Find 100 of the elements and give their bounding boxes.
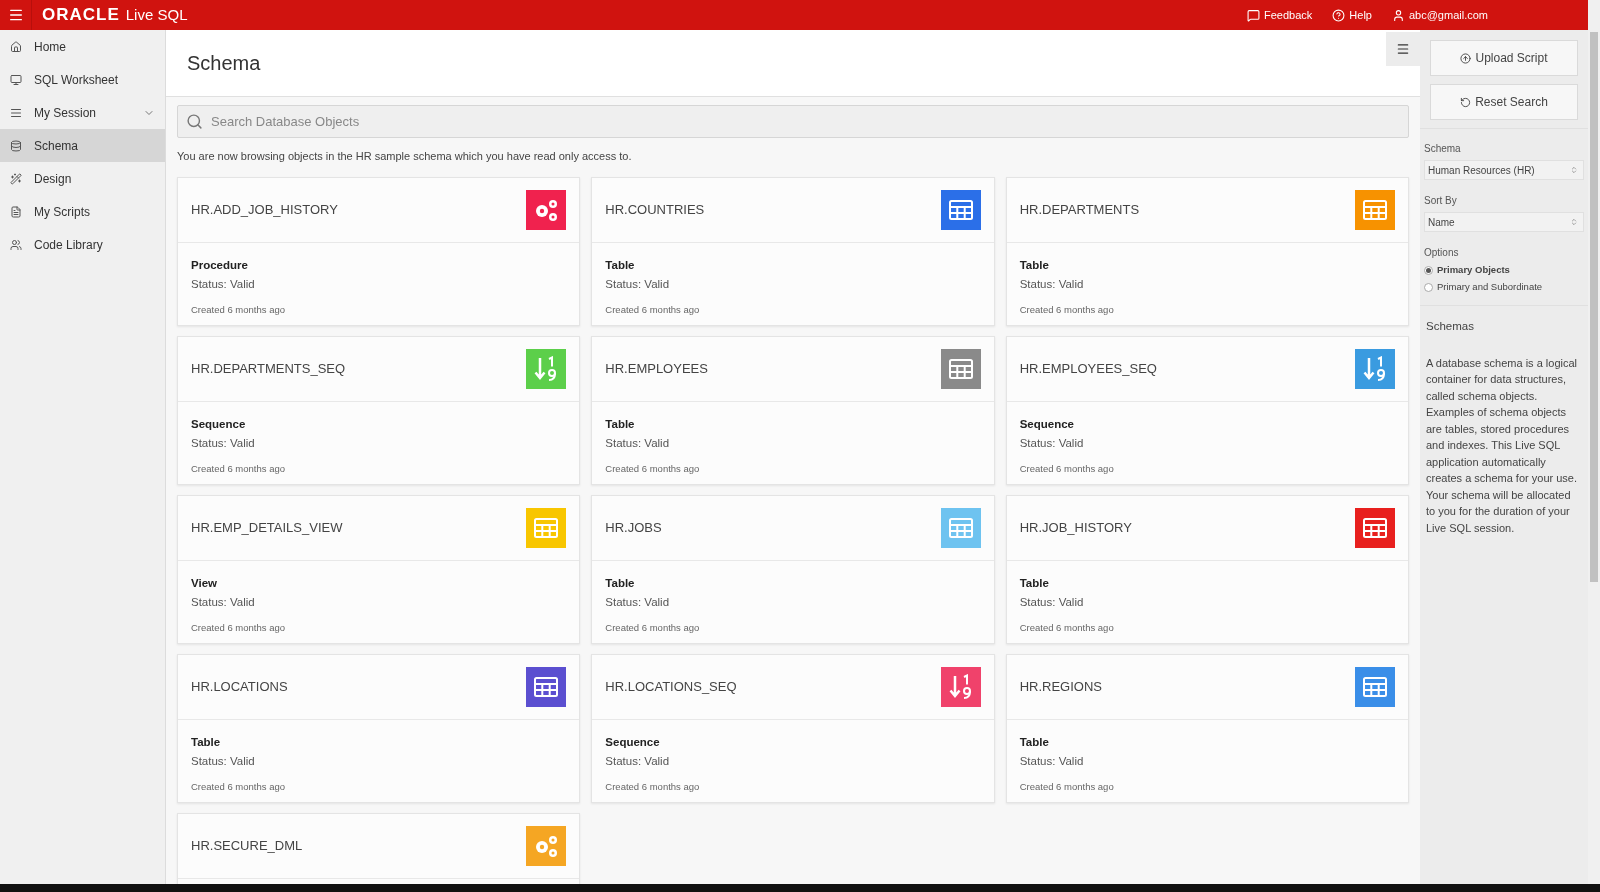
database-icon — [10, 139, 22, 152]
object-name: HR.DEPARTMENTS — [1019, 200, 1140, 219]
object-type: Table — [191, 734, 222, 750]
object-card[interactable]: HR.DEPARTMENTS Table Status: Valid Created 6 months ago — [1005, 176, 1409, 326]
page-title: Schema — [187, 51, 261, 76]
sidebar-item[interactable]: SQL Worksheet — [0, 63, 165, 96]
table-icon — [948, 199, 973, 220]
created-date: Created 6 months ago — [1019, 462, 1115, 476]
object-card[interactable]: HR.COUNTRIES Table Status: Valid Created 6 months ago — [591, 176, 995, 326]
object-card[interactable]: HR.DEPARTMENTS_SEQ Sequence Status: Valid Created 6 months ago — [177, 335, 581, 485]
object-status: Status: Valid — [605, 276, 671, 292]
table-icon — [1363, 517, 1387, 538]
sidebar-item[interactable]: Code Library — [0, 228, 165, 261]
object-card[interactable]: HR.SECURE_DML — [177, 812, 581, 884]
created-date: Created 6 months ago — [605, 780, 701, 794]
menu-icon — [1396, 42, 1410, 56]
gears-icon — [533, 833, 560, 858]
object-card[interactable]: HR.JOBS Table Status: Valid Created 6 months ago — [591, 494, 995, 644]
upload-script-button[interactable]: Upload Script — [1430, 40, 1578, 76]
object-name: HR.EMPLOYEES_SEQ — [1019, 359, 1157, 378]
object-card[interactable]: HR.LOCATIONS_SEQ Sequence Status: Valid Created 6 months ago — [591, 653, 995, 803]
header-link[interactable]: Help — [1332, 6, 1372, 24]
object-status: Status: Valid — [1019, 594, 1085, 610]
object-status: Status: Valid — [191, 594, 256, 610]
created-date: Created 6 months ago — [191, 462, 286, 476]
header-link[interactable]: Feedback — [1247, 6, 1313, 24]
header-link[interactable]: abc@gmail.com — [1391, 6, 1488, 24]
info-text: A database schema is a logical container for data structures, called schema objects. Examples of schema objects are tables, stored procedures and indexes. This Live SQL application automatically creates a schema for your use. Your schema will be allocated to you for the duration of your Live SQL session. — [1426, 355, 1579, 536]
object-type: Table — [605, 257, 636, 273]
speech-bubble-icon — [1247, 8, 1261, 22]
object-name: HR.EMPLOYEES — [605, 359, 708, 378]
sort-select[interactable]: Name — [1424, 212, 1584, 232]
sidebar-item[interactable]: Schema — [0, 129, 165, 162]
reset-search-button[interactable]: Reset Search — [1430, 84, 1578, 120]
field-label: Schema — [1424, 142, 1462, 156]
object-name: HR.LOCATIONS_SEQ — [605, 677, 737, 696]
people-icon — [10, 238, 22, 251]
object-type: Table — [1019, 734, 1050, 750]
field-label: Sort By — [1424, 194, 1458, 208]
object-status: Status: Valid — [191, 276, 256, 292]
upload-icon — [1460, 52, 1472, 64]
notice-text: You are now browsing objects in the HR sample schema which you have read only access to. — [177, 149, 633, 164]
sort-numeric-icon — [1363, 355, 1387, 382]
menu-icon — [7, 7, 24, 23]
select-arrows-icon — [1570, 218, 1578, 226]
help-icon — [1332, 8, 1346, 22]
object-card[interactable]: HR.EMPLOYEES_SEQ Sequence Status: Valid Created 6 months ago — [1005, 335, 1409, 485]
wand-icon — [10, 172, 22, 185]
sort-numeric-icon — [948, 673, 973, 700]
object-card[interactable]: HR.EMPLOYEES Table Status: Valid Created 6 months ago — [591, 335, 995, 485]
sidebar-item[interactable]: Home — [0, 30, 165, 63]
created-date: Created 6 months ago — [605, 621, 701, 635]
user-icon — [1391, 8, 1405, 22]
object-card[interactable]: HR.JOB_HISTORY Table Status: Valid Created 6 months ago — [1005, 494, 1409, 644]
table-icon — [948, 358, 973, 379]
object-type: Sequence — [605, 734, 661, 750]
list-icon — [10, 106, 22, 119]
object-card[interactable]: HR.ADD_JOB_HISTORY Procedure Status: Valid Created 6 months ago — [177, 176, 581, 326]
object-status: Status: Valid — [191, 435, 256, 451]
field-label: Options — [1424, 246, 1460, 260]
object-card[interactable]: HR.EMP_DETAILS_VIEW View Status: Valid Created 6 months ago — [177, 494, 581, 644]
object-type: Procedure — [191, 257, 249, 273]
radio-button[interactable] — [1424, 265, 1433, 275]
object-status: Status: Valid — [1019, 435, 1085, 451]
table-icon — [1363, 199, 1387, 220]
created-date: Created 6 months ago — [191, 303, 286, 317]
created-date: Created 6 months ago — [605, 462, 701, 476]
radio-button[interactable] — [1424, 282, 1433, 292]
panel-toggle-button[interactable] — [1386, 32, 1420, 66]
object-status: Status: Valid — [605, 435, 671, 451]
house-icon — [10, 40, 22, 53]
table-icon — [534, 517, 559, 538]
monitor-icon — [10, 73, 22, 86]
object-card[interactable]: HR.LOCATIONS Table Status: Valid Created 6 months ago — [177, 653, 581, 803]
sidebar-item[interactable]: My Scripts — [0, 195, 165, 228]
object-status: Status: Valid — [605, 753, 671, 769]
object-type: Table — [1019, 575, 1050, 591]
table-icon — [534, 676, 559, 697]
reset-icon — [1460, 96, 1472, 108]
created-date: Created 6 months ago — [1019, 621, 1115, 635]
object-type: Sequence — [191, 416, 247, 432]
created-date: Created 6 months ago — [191, 621, 286, 635]
product-name: Live SQL — [125, 4, 188, 25]
sidebar-item[interactable]: Design — [0, 162, 165, 195]
select-arrows-icon — [1570, 166, 1578, 174]
sort-numeric-icon — [534, 355, 559, 382]
object-card[interactable]: HR.REGIONS Table Status: Valid Created 6 months ago — [1005, 653, 1409, 803]
object-name: HR.SECURE_DML — [191, 836, 303, 855]
object-name: HR.JOB_HISTORY — [1019, 518, 1132, 537]
radio-option[interactable]: Primary and Subordinate — [1424, 280, 1584, 295]
object-type: Table — [605, 416, 636, 432]
scrollbar[interactable] — [1588, 30, 1600, 884]
object-status: Status: Valid — [191, 753, 256, 769]
object-name: HR.ADD_JOB_HISTORY — [191, 200, 338, 219]
search-field[interactable]: Search Database Objects — [177, 105, 1409, 138]
radio-option[interactable]: Primary Objects — [1424, 263, 1584, 278]
created-date: Created 6 months ago — [1019, 780, 1115, 794]
sidebar-item[interactable]: My Session — [0, 96, 165, 129]
table-icon — [948, 517, 973, 538]
schema-select[interactable]: Human Resources (HR) — [1424, 160, 1584, 180]
